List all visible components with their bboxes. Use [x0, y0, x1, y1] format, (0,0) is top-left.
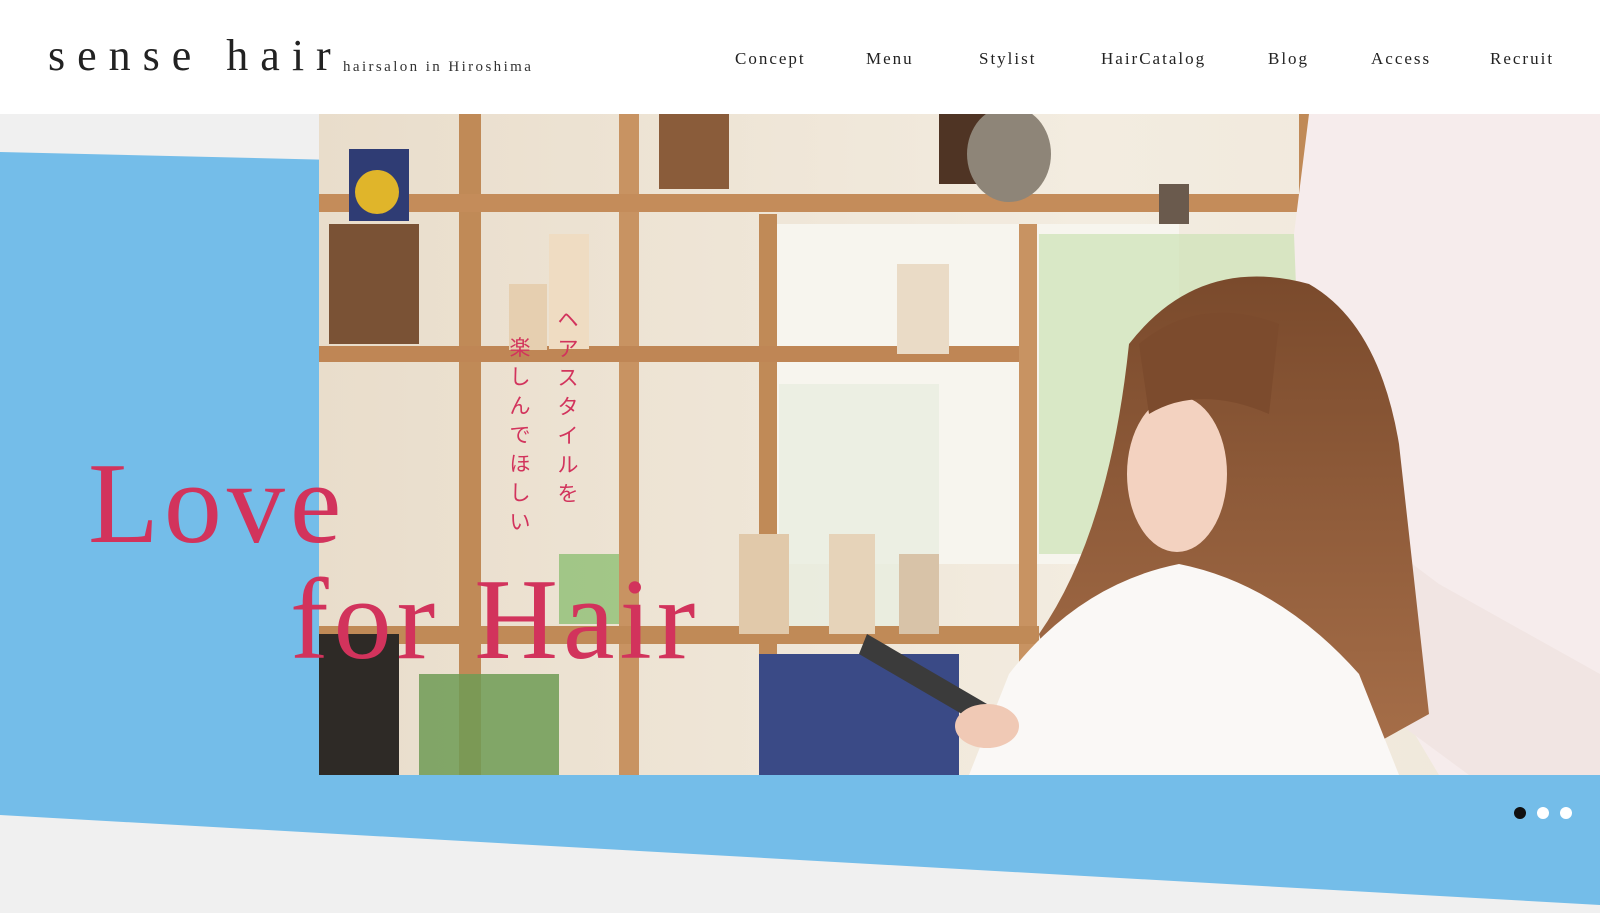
main-nav: Concept Menu Stylist HairCatalog Blog Ac…: [0, 49, 1600, 71]
site-header: sense hair hairsalon in Hiroshima Concep…: [0, 0, 1600, 114]
hero-headline-love: Love: [88, 440, 347, 568]
slider-dot-2[interactable]: [1537, 807, 1549, 819]
nav-haircatalog[interactable]: HairCatalog: [1101, 49, 1206, 69]
hero-vertical-copy-line2: 楽しんでほしい: [509, 336, 531, 534]
slider-dot-3[interactable]: [1560, 807, 1572, 819]
nav-stylist[interactable]: Stylist: [979, 49, 1036, 69]
nav-concept[interactable]: Concept: [735, 49, 806, 69]
hero-headline-for-hair: for Hair: [290, 556, 701, 684]
nav-blog[interactable]: Blog: [1268, 49, 1309, 69]
slider-dot-1[interactable]: [1514, 807, 1526, 819]
nav-access[interactable]: Access: [1371, 49, 1431, 69]
nav-recruit[interactable]: Recruit: [1490, 49, 1554, 69]
nav-menu[interactable]: Menu: [866, 49, 914, 69]
hero-vertical-copy-line1: ヘアスタイルを: [557, 308, 579, 506]
